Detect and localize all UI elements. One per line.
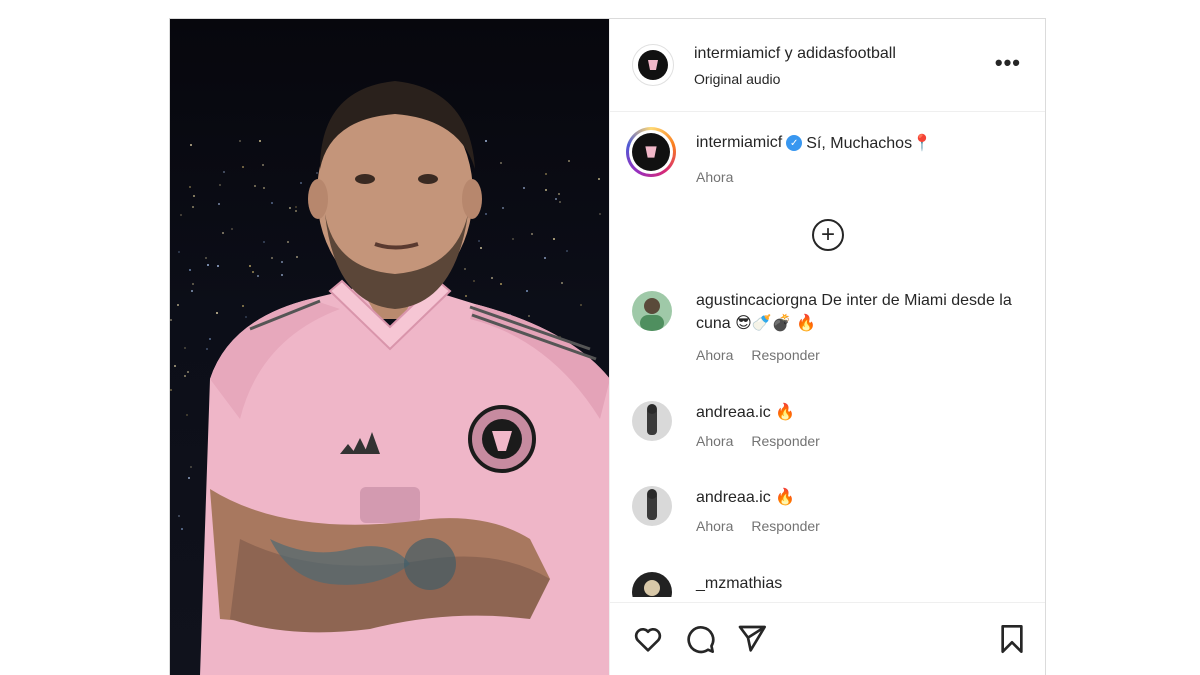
intermiami-crest-icon	[632, 133, 670, 171]
comment-body: _mzmathias	[696, 572, 1016, 595]
avatar[interactable]	[632, 401, 672, 441]
post-side-panel: intermiamicf y adidasfootball Original a…	[609, 19, 1045, 675]
comment-time[interactable]: Ahora	[696, 518, 733, 534]
comment-meta: Ahora Responder	[696, 518, 820, 534]
comment-body: agustincaciorgna De inter de Miami desde…	[696, 289, 1016, 335]
comment-text: 🔥	[775, 404, 796, 421]
avatar[interactable]	[632, 486, 672, 526]
post-header: intermiamicf y adidasfootball Original a…	[610, 19, 1045, 112]
heart-icon[interactable]	[632, 623, 664, 655]
more-options-icon[interactable]: •••	[995, 52, 1021, 74]
caption-text: Sí, Muchachos📍	[806, 135, 932, 152]
comments-list: agustincaciorgna De inter de Miami desde…	[610, 289, 1045, 597]
share-icon[interactable]	[736, 623, 768, 655]
caption-time[interactable]: Ahora	[696, 169, 733, 185]
reply-button[interactable]: Responder	[751, 518, 820, 534]
caption-avatar[interactable]	[626, 127, 676, 177]
plus-circle-icon[interactable]: +	[812, 219, 844, 251]
post-video[interactable]	[170, 19, 609, 675]
verified-badge-icon: ✓	[786, 135, 803, 151]
comment-meta: Ahora Responder	[696, 347, 820, 363]
comment-username[interactable]: andreaa.ic	[696, 489, 771, 506]
caption-line: intermiamicf ✓ Sí, Muchachos📍	[696, 133, 932, 153]
bookmark-icon[interactable]	[996, 623, 1028, 655]
comment-username[interactable]: andreaa.ic	[696, 404, 771, 421]
comment-body: andreaa.ic 🔥	[696, 486, 1016, 509]
avatar[interactable]	[632, 291, 672, 331]
comment-time[interactable]: Ahora	[696, 347, 733, 363]
comment-username[interactable]: _mzmathias	[696, 575, 782, 592]
audio-label[interactable]: Original audio	[694, 71, 780, 87]
reply-button[interactable]: Responder	[751, 433, 820, 449]
player-figure	[200, 81, 609, 675]
comment-meta: Ahora Responder	[696, 433, 820, 449]
comment-time[interactable]: Ahora	[696, 433, 733, 449]
intermiami-crest-icon	[638, 50, 668, 80]
avatar[interactable]	[632, 572, 672, 597]
intermiami-avatar[interactable]	[632, 44, 674, 86]
comment-username[interactable]: agustincaciorgna	[696, 292, 817, 309]
post-author-names[interactable]: intermiamicf y adidasfootball	[694, 45, 896, 63]
comment-body: andreaa.ic 🔥	[696, 401, 1016, 424]
post-actions-bar	[610, 602, 1045, 675]
reply-button[interactable]: Responder	[751, 347, 820, 363]
caption-username[interactable]: intermiamicf	[696, 134, 782, 152]
comment-icon[interactable]	[684, 623, 716, 655]
post-caption: intermiamicf ✓ Sí, Muchachos📍 Ahora	[610, 113, 1045, 193]
instagram-post: intermiamicf y adidasfootball Original a…	[169, 18, 1046, 675]
comment-text: 🔥	[775, 489, 796, 506]
